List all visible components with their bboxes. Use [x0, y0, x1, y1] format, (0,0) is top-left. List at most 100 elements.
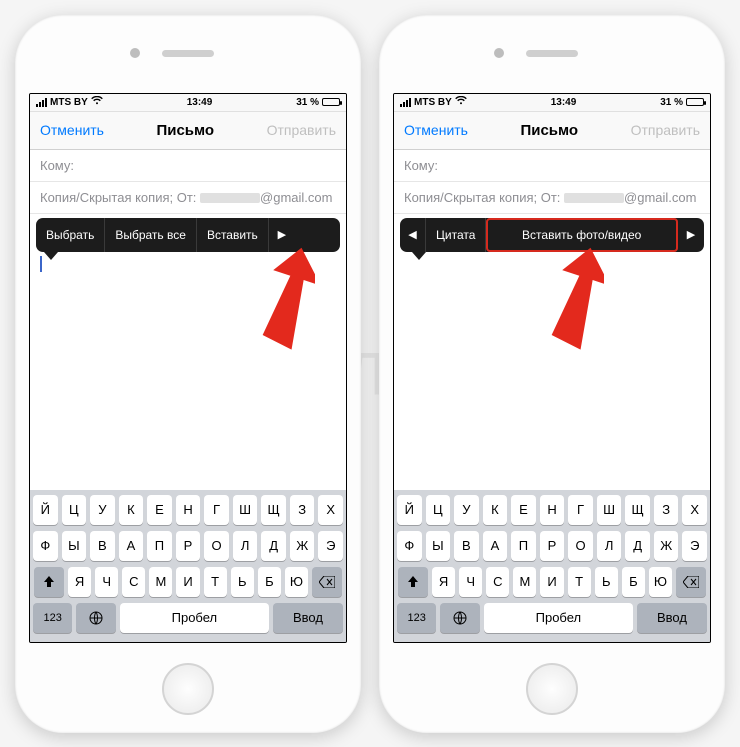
home-button[interactable] [526, 663, 578, 715]
to-field[interactable]: Кому: [30, 150, 346, 182]
key[interactable]: Н [176, 495, 201, 525]
signal-icon [400, 98, 411, 107]
key[interactable]: Н [540, 495, 565, 525]
key[interactable]: С [486, 567, 509, 597]
ctx-quote[interactable]: Цитата [426, 218, 486, 252]
globe-key[interactable] [440, 603, 479, 633]
key[interactable]: Ж [654, 531, 679, 561]
key[interactable]: Х [682, 495, 707, 525]
to-field[interactable]: Кому: [394, 150, 710, 182]
enter-key[interactable]: Ввод [637, 603, 707, 633]
num-mode-key[interactable]: 123 [33, 603, 72, 633]
key[interactable]: Т [568, 567, 591, 597]
key[interactable]: Ч [95, 567, 118, 597]
key[interactable]: Е [511, 495, 536, 525]
key[interactable]: Д [625, 531, 650, 561]
cc-from-field[interactable]: Копия/Скрытая копия; От: @gmail.com [394, 182, 710, 214]
key[interactable]: Г [568, 495, 593, 525]
annotation-arrow-left [235, 242, 315, 352]
key[interactable]: Л [233, 531, 258, 561]
key[interactable]: Я [432, 567, 455, 597]
key[interactable]: З [290, 495, 315, 525]
globe-key[interactable] [76, 603, 115, 633]
key[interactable]: Я [68, 567, 91, 597]
key[interactable]: З [654, 495, 679, 525]
key[interactable]: К [119, 495, 144, 525]
cc-from-prefix: Копия/Скрытая копия; От: [40, 190, 196, 205]
send-button[interactable]: Отправить [631, 122, 700, 138]
key[interactable]: Г [204, 495, 229, 525]
key[interactable]: И [540, 567, 563, 597]
key[interactable]: Ж [290, 531, 315, 561]
key[interactable]: Ю [649, 567, 672, 597]
key[interactable]: Щ [625, 495, 650, 525]
ctx-select[interactable]: Выбрать [36, 218, 105, 252]
ctx-insert-photo-video[interactable]: Вставить фото/видео [486, 218, 678, 252]
key[interactable]: Ф [33, 531, 58, 561]
key[interactable]: М [513, 567, 536, 597]
key[interactable]: Ь [231, 567, 254, 597]
space-key[interactable]: Пробел [484, 603, 633, 633]
key[interactable]: У [454, 495, 479, 525]
ctx-more-left-icon[interactable]: ◀ [400, 218, 426, 252]
key[interactable]: В [454, 531, 479, 561]
key[interactable]: И [176, 567, 199, 597]
space-key[interactable]: Пробел [120, 603, 269, 633]
num-mode-key[interactable]: 123 [397, 603, 436, 633]
compose-body[interactable]: Выбрать Выбрать все Вставить ▶ [30, 214, 346, 490]
send-button[interactable]: Отправить [267, 122, 336, 138]
ctx-more-right-icon[interactable]: ▶ [269, 218, 295, 252]
key[interactable]: Ь [595, 567, 618, 597]
key[interactable]: Й [397, 495, 422, 525]
phone-frame-left: MTS BY 13:49 31 % Отменить Письмо Отправ… [15, 15, 361, 733]
home-button[interactable] [162, 663, 214, 715]
key[interactable]: А [483, 531, 508, 561]
enter-key[interactable]: Ввод [273, 603, 343, 633]
key[interactable]: О [568, 531, 593, 561]
context-menu-tail [412, 252, 426, 260]
key[interactable]: Э [318, 531, 343, 561]
key[interactable]: О [204, 531, 229, 561]
key[interactable]: Л [597, 531, 622, 561]
key[interactable]: Ы [62, 531, 87, 561]
key[interactable]: Ф [397, 531, 422, 561]
key[interactable]: А [119, 531, 144, 561]
key[interactable]: С [122, 567, 145, 597]
key[interactable]: Ш [597, 495, 622, 525]
key[interactable]: Ш [233, 495, 258, 525]
shift-key[interactable] [398, 567, 428, 597]
key[interactable]: Х [318, 495, 343, 525]
key[interactable]: Ц [426, 495, 451, 525]
key[interactable]: Б [258, 567, 281, 597]
key[interactable]: М [149, 567, 172, 597]
key[interactable]: В [90, 531, 115, 561]
ctx-more-right-icon[interactable]: ▶ [678, 218, 704, 252]
key[interactable]: У [90, 495, 115, 525]
compose-body[interactable]: ◀ Цитата Вставить фото/видео ▶ [394, 214, 710, 490]
ctx-select-all[interactable]: Выбрать все [105, 218, 197, 252]
carrier-label: MTS BY [50, 97, 88, 108]
key[interactable]: Щ [261, 495, 286, 525]
ctx-paste[interactable]: Вставить [197, 218, 269, 252]
key[interactable]: Е [147, 495, 172, 525]
shift-key[interactable] [34, 567, 64, 597]
key[interactable]: Р [176, 531, 201, 561]
key[interactable]: П [147, 531, 172, 561]
key[interactable]: Ц [62, 495, 87, 525]
key[interactable]: Ю [285, 567, 308, 597]
key[interactable]: Э [682, 531, 707, 561]
key[interactable]: Б [622, 567, 645, 597]
key[interactable]: К [483, 495, 508, 525]
backspace-key[interactable] [312, 567, 342, 597]
key[interactable]: Д [261, 531, 286, 561]
key[interactable]: Ч [459, 567, 482, 597]
cc-from-field[interactable]: Копия/Скрытая копия; От: @gmail.com [30, 182, 346, 214]
key[interactable]: Ы [426, 531, 451, 561]
key[interactable]: П [511, 531, 536, 561]
key[interactable]: Р [540, 531, 565, 561]
backspace-key[interactable] [676, 567, 706, 597]
cancel-button[interactable]: Отменить [404, 122, 468, 138]
key[interactable]: Т [204, 567, 227, 597]
cancel-button[interactable]: Отменить [40, 122, 104, 138]
key[interactable]: Й [33, 495, 58, 525]
